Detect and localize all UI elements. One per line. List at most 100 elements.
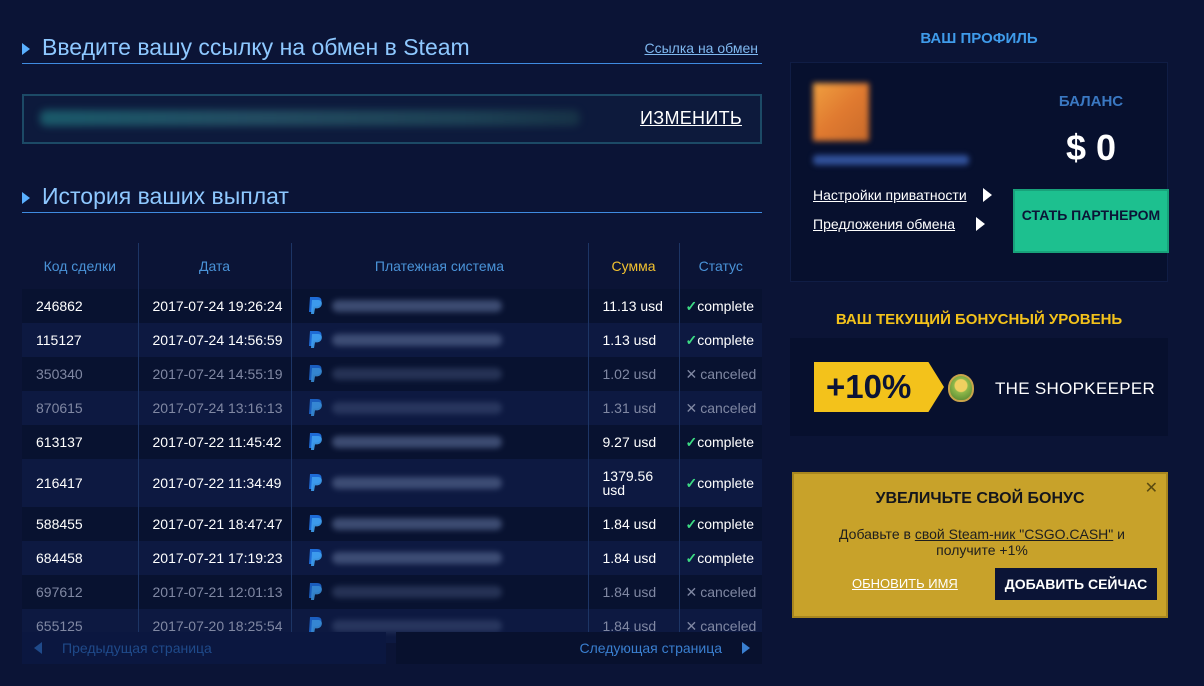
become-partner-button[interactable]: СТАТЬ ПАРТНЕРОМ bbox=[1013, 189, 1169, 253]
payout-date: 2017-07-24 13:16:13 bbox=[138, 391, 292, 425]
steam-nickname-link[interactable]: свой Steam-ник "CSGO.CASH" bbox=[915, 526, 1113, 542]
payout-status: ✓complete bbox=[679, 289, 762, 323]
status-text: canceled bbox=[700, 583, 757, 600]
cross-icon: ✕ bbox=[685, 365, 698, 382]
table-row: 588455 2017-07-21 18:47:47 1.84 usd ✓comple… bbox=[22, 507, 762, 541]
table-row: 613137 2017-07-22 11:45:42 9.27 usd ✓comple… bbox=[22, 425, 762, 459]
payout-status: ✓complete bbox=[679, 459, 762, 507]
profile-name-blurred[interactable] bbox=[813, 155, 969, 165]
payment-account-blurred bbox=[331, 334, 502, 346]
payout-date: 2017-07-21 18:47:47 bbox=[138, 507, 292, 541]
profile-card: БАЛАНС $ 0 Настройки приватности Предлож… bbox=[790, 62, 1169, 282]
trade-link-help[interactable]: Ссылка на обмен bbox=[645, 40, 759, 56]
paypal-icon bbox=[306, 364, 324, 384]
bonus-level-name: THE SHOPKEEPER bbox=[995, 379, 1156, 398]
triangle-right-icon bbox=[983, 188, 992, 202]
trade-link-header: Введите вашу ссылку на обмен в Steam Ссы… bbox=[22, 34, 762, 64]
main-column: Введите вашу ссылку на обмен в Steam Ссы… bbox=[22, 0, 762, 686]
payout-amount: 11.13 usd bbox=[588, 289, 680, 323]
table-header-row: Код сделки Дата Платежная система Сумма … bbox=[22, 243, 762, 289]
trade-code: 684458 bbox=[22, 541, 139, 575]
status-text: complete bbox=[697, 474, 755, 491]
trade-code: 588455 bbox=[22, 507, 139, 541]
history-header: История ваших выплат bbox=[22, 183, 762, 213]
payment-account-blurred bbox=[331, 477, 502, 489]
payment-account-blurred bbox=[331, 300, 502, 312]
status-text: complete bbox=[697, 515, 755, 532]
payment-system bbox=[291, 541, 589, 575]
trade-code: 870615 bbox=[22, 391, 139, 425]
payment-system bbox=[291, 289, 589, 323]
triangle-right-icon bbox=[976, 217, 985, 231]
payout-status: ✕ canceled bbox=[679, 357, 762, 391]
payout-history-table: Код сделки Дата Платежная система Сумма … bbox=[22, 243, 762, 643]
prev-page-button[interactable]: Предыдущая страница bbox=[22, 632, 386, 664]
payout-amount: 1.84 usd bbox=[588, 507, 680, 541]
table-row: 115127 2017-07-24 14:56:59 1.13 usd ✓comple… bbox=[22, 323, 762, 357]
payout-amount: 1379.56 usd bbox=[588, 459, 680, 507]
trade-code: 246862 bbox=[22, 289, 139, 323]
table-row: 684458 2017-07-21 17:19:23 1.84 usd ✓comple… bbox=[22, 541, 762, 575]
payout-status: ✓complete bbox=[679, 323, 762, 357]
col-payment-system: Платежная система bbox=[291, 243, 589, 289]
payout-amount: 1.84 usd bbox=[588, 575, 680, 609]
status-text: complete bbox=[697, 549, 755, 566]
payout-date: 2017-07-24 14:55:19 bbox=[138, 357, 292, 391]
triangle-right-icon bbox=[22, 43, 30, 55]
promo-title: УВЕЛИЧЬТЕ СВОЙ БОНУС bbox=[875, 490, 1085, 507]
add-now-button[interactable]: ДОБАВИТЬ СЕЙЧАС bbox=[995, 568, 1157, 600]
table-row: 697612 2017-07-21 12:01:13 1.84 usd ✕ cancel… bbox=[22, 575, 762, 609]
prev-page-label: Предыдущая страница bbox=[62, 640, 212, 656]
profile-title: ВАШ ПРОФИЛЬ bbox=[920, 30, 1038, 47]
paypal-icon bbox=[306, 473, 324, 493]
history-section-title: История ваших выплат bbox=[42, 183, 289, 209]
privacy-settings-link[interactable]: Настройки приватности bbox=[813, 187, 967, 203]
payment-account-blurred bbox=[331, 436, 502, 448]
check-icon: ✓ bbox=[685, 433, 698, 450]
payment-account-blurred bbox=[331, 402, 502, 414]
sidebar: ВАШ ПРОФИЛЬ БАЛАНС $ 0 Настройки приватн… bbox=[790, 0, 1169, 686]
col-date: Дата bbox=[138, 243, 292, 289]
payout-status: ✓complete bbox=[679, 541, 762, 575]
increase-bonus-panel: ✕ УВЕЛИЧЬТЕ СВОЙ БОНУС Добавьте в свой S… bbox=[792, 472, 1168, 618]
bonus-percent-tag: +10% bbox=[814, 362, 944, 412]
payment-account-blurred bbox=[331, 368, 502, 380]
payment-system bbox=[291, 425, 589, 459]
payout-date: 2017-07-21 17:19:23 bbox=[138, 541, 292, 575]
next-page-label: Следующая страница bbox=[579, 640, 722, 656]
cross-icon: ✕ bbox=[685, 583, 698, 600]
payout-amount: 1.31 usd bbox=[588, 391, 680, 425]
status-text: complete bbox=[697, 433, 755, 450]
cross-icon: ✕ bbox=[685, 399, 698, 416]
trade-code: 216417 bbox=[22, 459, 139, 507]
payout-date: 2017-07-22 11:45:42 bbox=[138, 425, 292, 459]
avatar[interactable] bbox=[813, 83, 869, 141]
col-trade-code: Код сделки bbox=[22, 243, 139, 289]
payout-status: ✓complete bbox=[679, 425, 762, 459]
payout-date: 2017-07-24 14:56:59 bbox=[138, 323, 292, 357]
shopkeeper-badge-icon bbox=[948, 374, 974, 402]
payout-date: 2017-07-21 12:01:13 bbox=[138, 575, 292, 609]
update-name-link[interactable]: ОБНОВИТЬ ИМЯ bbox=[852, 576, 958, 591]
trade-offers-link[interactable]: Предложения обмена bbox=[813, 216, 955, 232]
change-trade-link-button[interactable]: ИЗМЕНИТЬ bbox=[640, 108, 742, 129]
trade-url-value-blurred bbox=[40, 110, 580, 126]
arrow-left-icon bbox=[34, 642, 42, 654]
check-icon: ✓ bbox=[685, 331, 698, 348]
trade-code: 350340 bbox=[22, 357, 139, 391]
payment-system bbox=[291, 323, 589, 357]
payout-date: 2017-07-24 19:26:24 bbox=[138, 289, 292, 323]
arrow-right-icon bbox=[742, 642, 750, 654]
paypal-icon bbox=[306, 330, 324, 350]
table-row: 870615 2017-07-24 13:16:13 1.31 usd ✕ cancel… bbox=[22, 391, 762, 425]
paypal-icon bbox=[306, 514, 324, 534]
payout-amount: 1.02 usd bbox=[588, 357, 680, 391]
payout-amount: 9.27 usd bbox=[588, 425, 680, 459]
trade-url-field[interactable]: ИЗМЕНИТЬ bbox=[22, 94, 762, 144]
paypal-icon bbox=[306, 582, 324, 602]
check-icon: ✓ bbox=[685, 549, 698, 566]
status-text: canceled bbox=[700, 365, 757, 382]
payout-status: ✓complete bbox=[679, 507, 762, 541]
balance-value: $ 0 bbox=[1065, 127, 1117, 168]
next-page-button[interactable]: Следующая страница bbox=[396, 632, 762, 664]
